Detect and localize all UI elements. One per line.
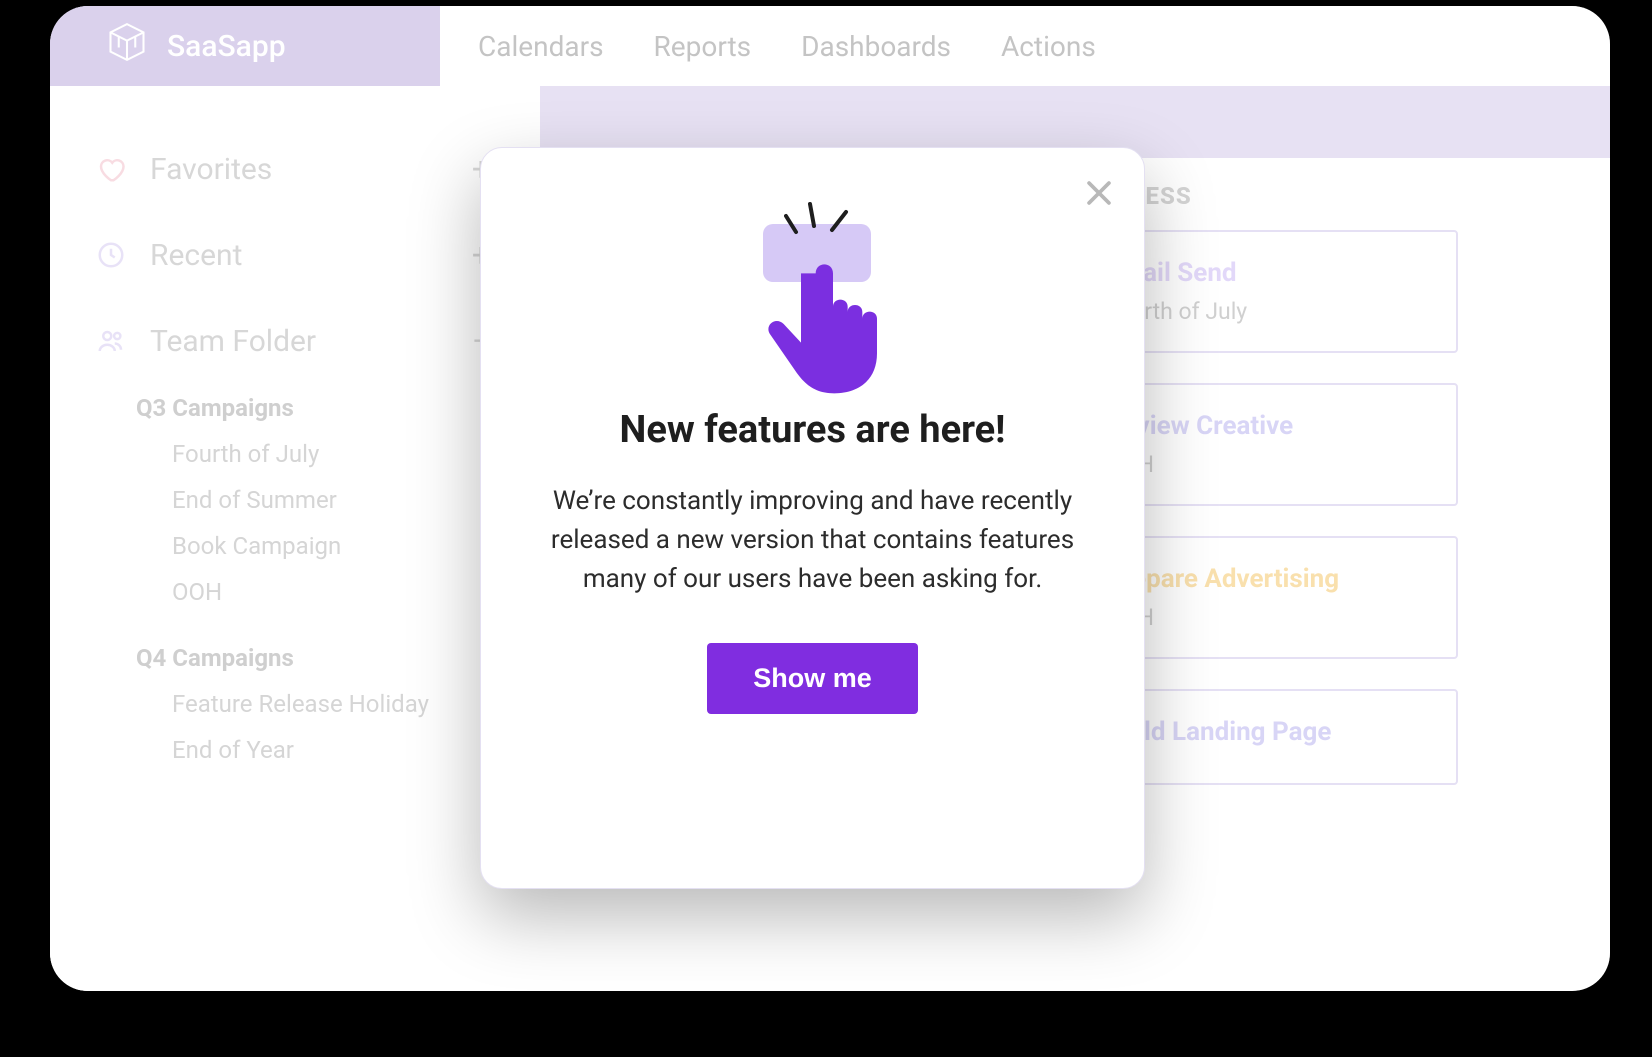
spark-lines-icon: [784, 200, 854, 240]
show-me-button[interactable]: Show me: [707, 643, 918, 714]
modal-title: New features are here!: [620, 408, 1006, 452]
new-features-modal: New features are here! We’re constantly …: [480, 147, 1145, 889]
close-button[interactable]: [1082, 176, 1116, 210]
modal-body-text: We’re constantly improving and have rece…: [537, 482, 1088, 599]
pointer-hand-icon: [753, 236, 921, 396]
modal-illustration: [708, 202, 918, 382]
